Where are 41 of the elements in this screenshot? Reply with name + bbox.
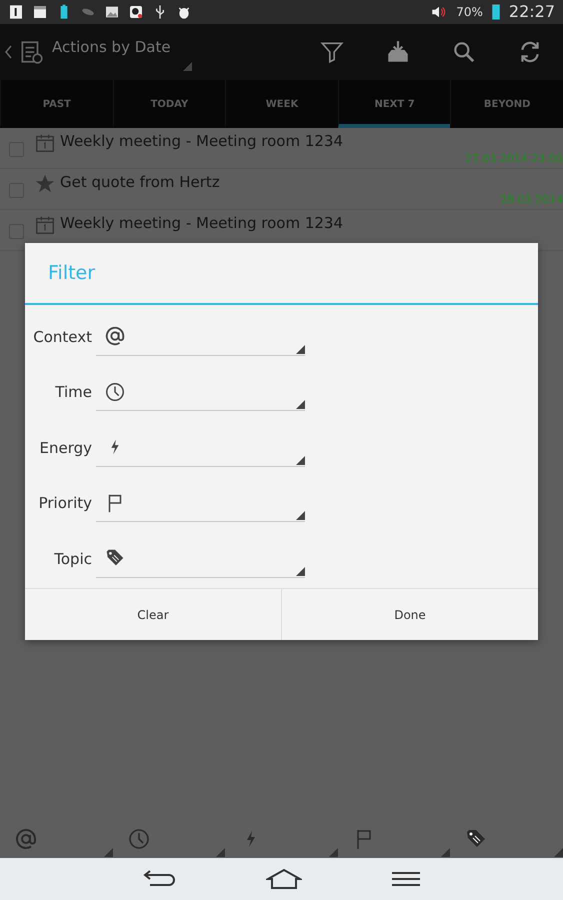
calendar-icon: [34, 214, 56, 236]
field-label: Energy: [38, 438, 92, 458]
view-selector[interactable]: Actions by Date: [52, 32, 192, 72]
task-title: Get quote from Hertz: [60, 172, 220, 193]
clock-icon: [126, 827, 151, 851]
field-label: Priority: [38, 493, 92, 514]
dropdown-corner-icon: [296, 456, 305, 465]
calendar-icon: [34, 132, 56, 154]
notification-icon: [8, 4, 24, 20]
calendar-icon: [32, 4, 48, 20]
clock-time: 22:27: [508, 1, 555, 23]
dropdown-corner-icon: [296, 566, 305, 576]
at-icon: [14, 827, 38, 851]
due-date: 28.03.2014: [500, 192, 563, 208]
field-label: Context: [32, 326, 92, 348]
record-icon: [128, 4, 144, 20]
tab[interactable]: NEXT 7: [338, 80, 450, 128]
dialog-title: Filter: [25, 243, 538, 305]
image-icon: [104, 4, 120, 20]
dialog-button[interactable]: Clear: [25, 589, 281, 640]
home-icon[interactable]: [266, 867, 302, 891]
tab[interactable]: BEYOND: [450, 80, 563, 128]
tab[interactable]: WEEK: [225, 80, 338, 128]
task-title: Weekly meeting - Meeting room 1234: [60, 131, 343, 152]
field-label: Topic: [53, 548, 92, 570]
back-caret-icon[interactable]: [4, 44, 12, 60]
battery-icon: [490, 3, 501, 21]
due-date: 27.03.2014 23:00: [464, 150, 563, 166]
dropdown-corner-icon: [296, 400, 305, 410]
dialog-button[interactable]: Done: [281, 589, 538, 640]
tab[interactable]: TODAY: [112, 80, 226, 128]
clock-icon: [104, 380, 126, 403]
dropdown-corner-icon: [296, 511, 305, 520]
field-label: Time: [54, 382, 92, 403]
star-icon: [34, 173, 56, 195]
dropdown-corner-icon: [296, 344, 305, 354]
tab[interactable]: PAST: [0, 80, 113, 128]
at-icon: [104, 325, 126, 348]
dropdown-corner-icon: [183, 62, 192, 71]
task-title: Weekly meeting - Meeting room 1234: [60, 213, 343, 234]
battery-level: 70%: [456, 4, 483, 21]
